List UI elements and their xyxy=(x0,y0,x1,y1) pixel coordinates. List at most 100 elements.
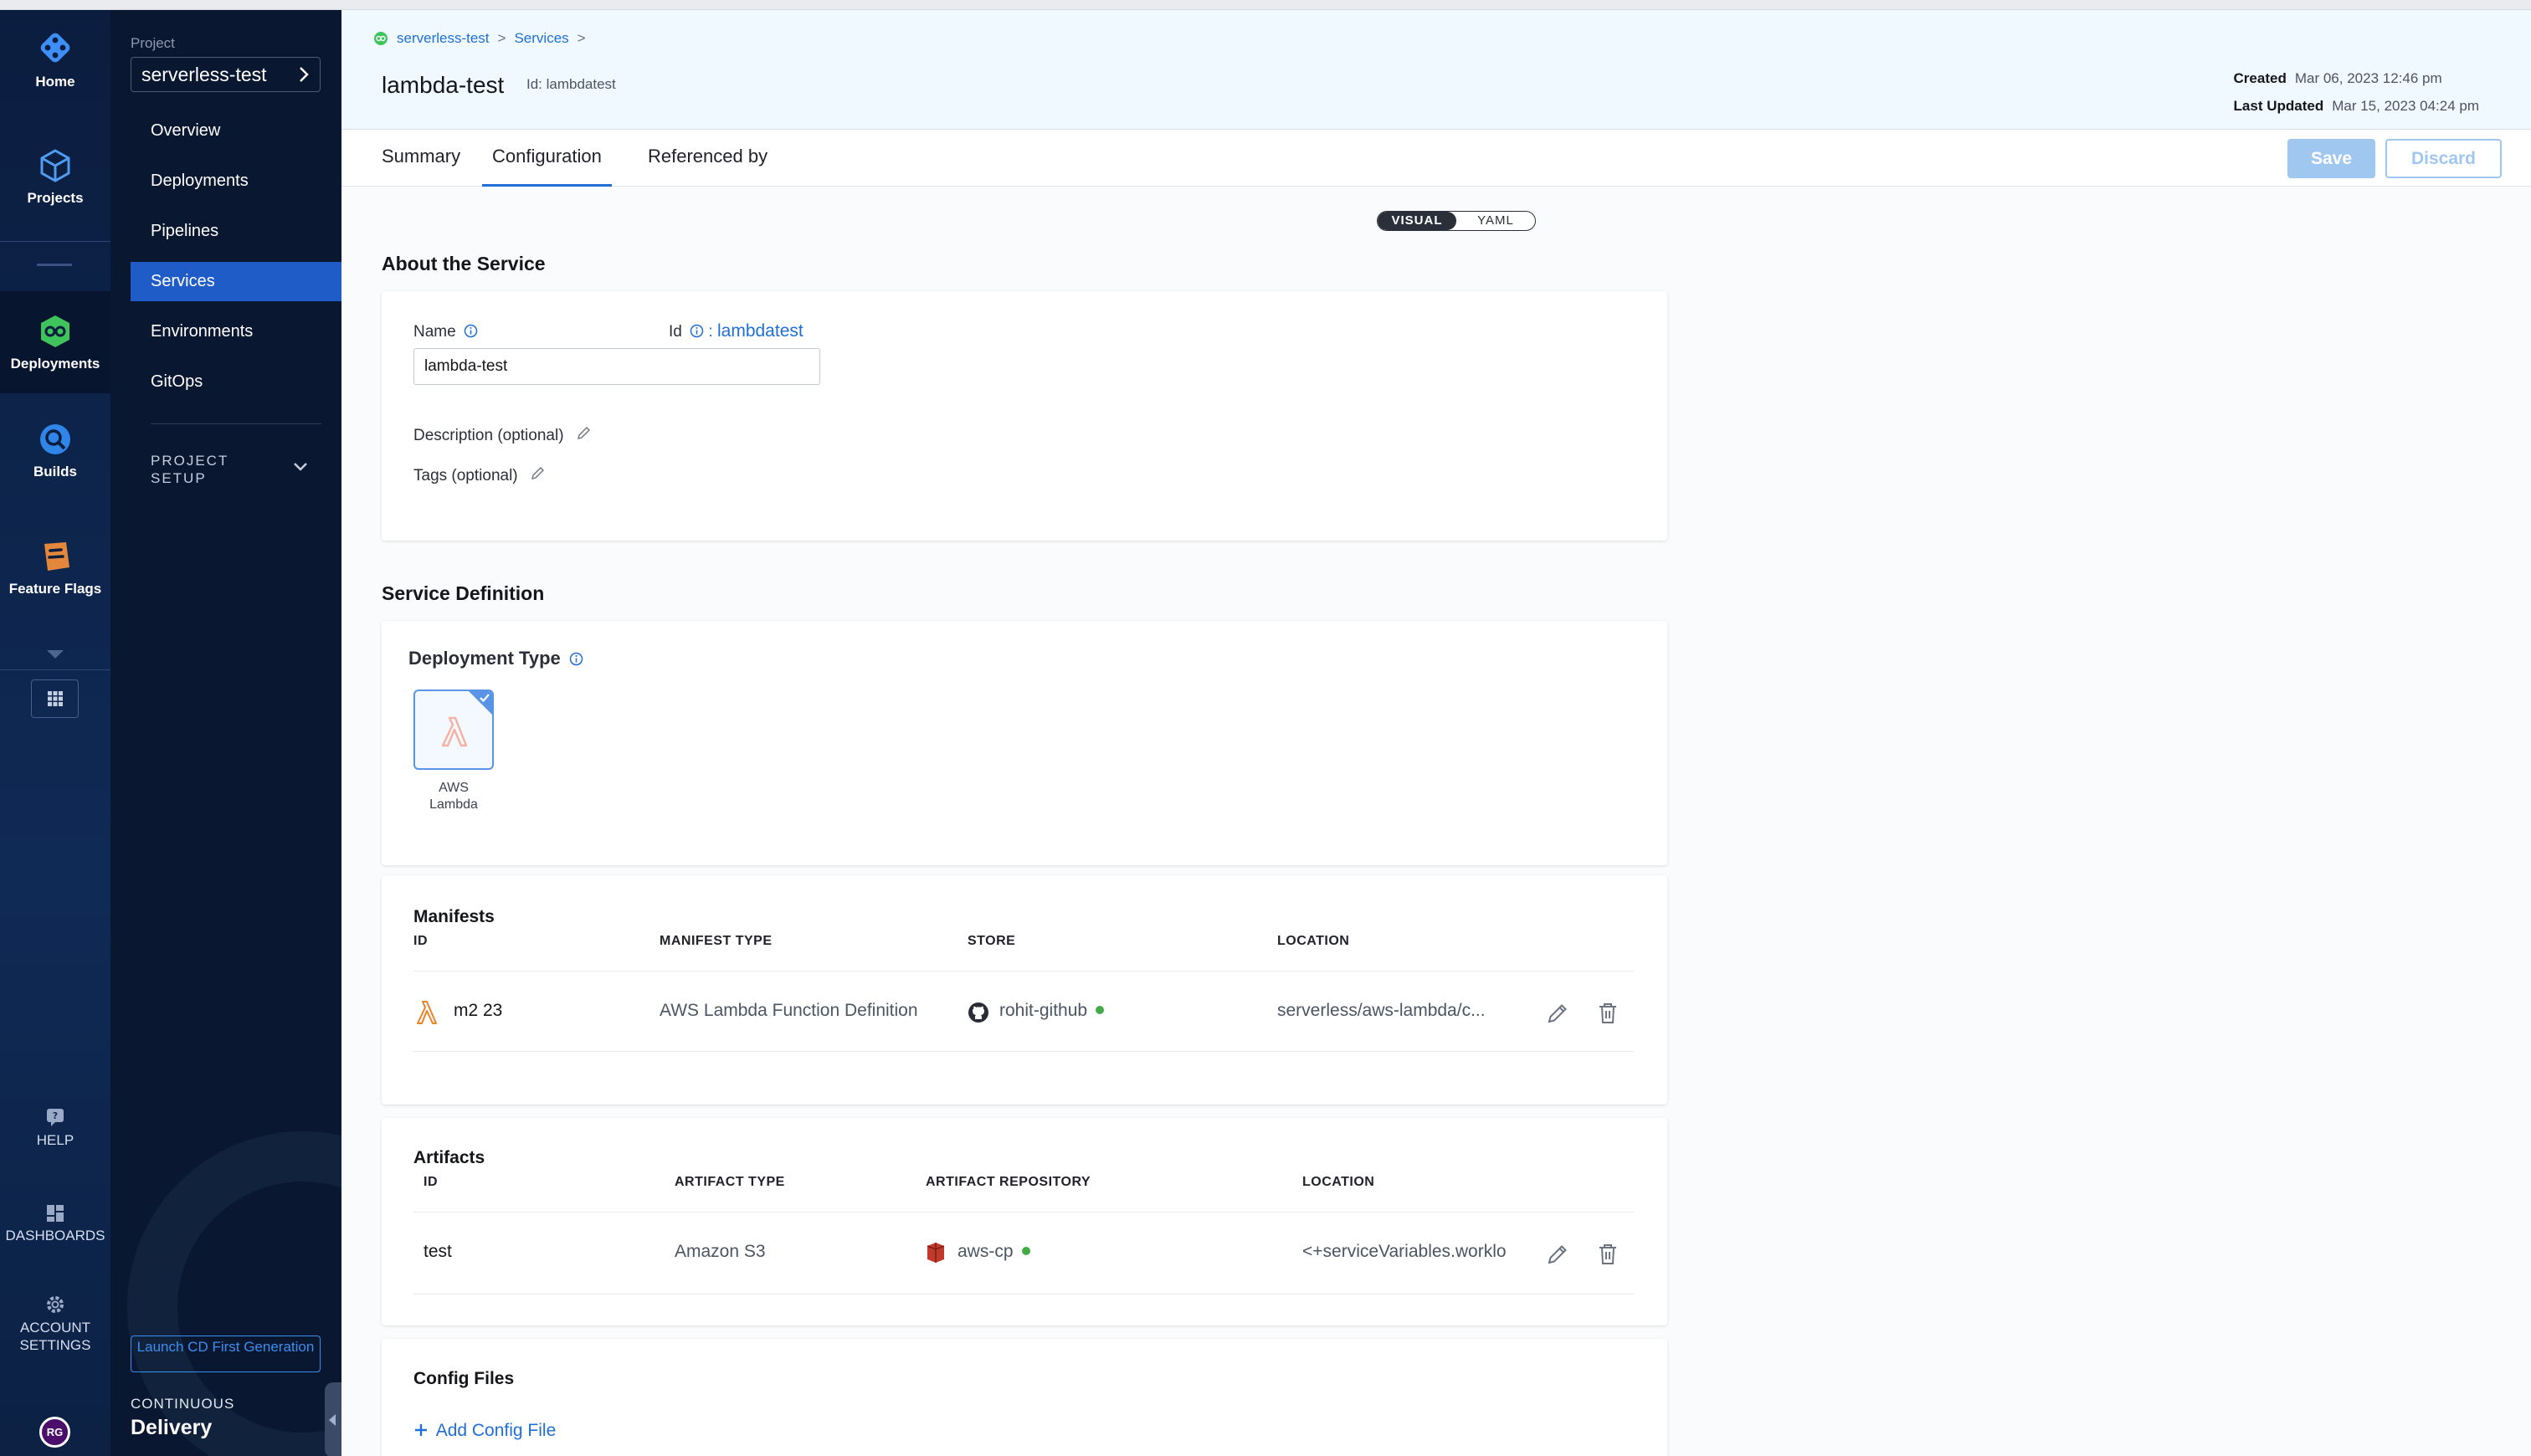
nav-help-label: HELP xyxy=(36,1132,74,1148)
help-chat-icon: ? xyxy=(47,1109,64,1126)
nav-help[interactable]: ? HELP xyxy=(0,1106,110,1149)
connected-status-dot xyxy=(1096,1006,1105,1014)
manifests-card: Manifests ID MANIFEST TYPE STORE LOCATIO… xyxy=(382,875,1667,1105)
cube-icon xyxy=(40,149,70,182)
column-header: STORE xyxy=(968,934,1016,948)
column-header: ARTIFACT TYPE xyxy=(675,1175,785,1189)
github-icon xyxy=(968,1002,988,1023)
add-config-file-button[interactable]: Add Config File xyxy=(413,1421,556,1441)
breadcrumb-services[interactable]: Services xyxy=(514,30,568,47)
trash-icon[interactable] xyxy=(1597,1243,1619,1266)
toggle-visual[interactable]: VISUAL xyxy=(1378,212,1456,230)
module-label-big: Delivery xyxy=(131,1416,213,1439)
sidebar-item-pipelines[interactable]: Pipelines xyxy=(131,212,341,251)
sidebar-item-environments[interactable]: Environments xyxy=(131,312,341,351)
save-button[interactable]: Save xyxy=(2287,139,2375,178)
tab-referenced-by[interactable]: Referenced by xyxy=(648,146,768,187)
pencil-icon xyxy=(531,467,544,479)
pencil-icon xyxy=(577,427,590,439)
toggle-yaml[interactable]: YAML xyxy=(1456,212,1535,230)
sidebar-item-services[interactable]: Services xyxy=(131,262,341,301)
column-header: MANIFEST TYPE xyxy=(660,934,773,948)
user-avatar[interactable]: RG xyxy=(39,1417,70,1448)
nav-account-label-2: SETTINGS xyxy=(19,1337,91,1353)
manifests-heading: Manifests xyxy=(413,907,495,926)
nav-projects-label: Projects xyxy=(27,190,84,206)
sidebar-item-gitops[interactable]: GitOps xyxy=(131,362,341,402)
description-toggle[interactable]: Description (optional) xyxy=(413,425,592,445)
config-files-card: Config Files Add Config File xyxy=(382,1339,1667,1456)
project-side-panel: Project serverless-test Overview Deploym… xyxy=(110,10,341,1456)
nav-account-label-1: ACCOUNT xyxy=(19,1320,91,1336)
nav-builds[interactable]: Builds xyxy=(0,422,110,480)
breadcrumb-separator: > xyxy=(497,30,506,46)
nav-deployments[interactable]: Deployments xyxy=(0,291,110,393)
lambda-icon xyxy=(441,716,468,747)
discard-button[interactable]: Discard xyxy=(2385,139,2502,178)
chevron-right-icon xyxy=(300,67,309,82)
id-colon: : xyxy=(708,323,713,341)
artifact-location: <+serviceVariables.worklo xyxy=(1302,1242,1507,1261)
launch-cd-first-gen-button[interactable]: Launch CD First Generation xyxy=(131,1336,321,1372)
dashboards-icon xyxy=(47,1205,64,1222)
column-header: LOCATION xyxy=(1302,1175,1375,1189)
nav-drag-handle xyxy=(37,264,72,266)
checkmark-icon xyxy=(480,694,490,703)
tags-toggle[interactable]: Tags (optional) xyxy=(413,465,546,485)
pencil-icon[interactable] xyxy=(1545,1001,1570,1026)
aws-lambda-caption: AWS Lambda xyxy=(413,780,494,813)
trash-icon[interactable] xyxy=(1597,1002,1619,1025)
plus-icon xyxy=(415,1424,427,1436)
info-icon[interactable] xyxy=(464,324,478,338)
builds-icon xyxy=(40,424,70,454)
svg-text:?: ? xyxy=(53,1110,58,1121)
service-definition-heading: Service Definition xyxy=(382,582,545,604)
window-top-strip xyxy=(0,0,2531,10)
project-setup-toggle[interactable]: PROJECT SETUP xyxy=(151,452,228,487)
nav-account-settings[interactable]: ACCOUNT SETTINGS xyxy=(0,1294,110,1354)
chevron-down-icon[interactable] xyxy=(45,648,65,661)
updated-label: Last Updated xyxy=(2233,98,2324,114)
config-files-heading: Config Files xyxy=(413,1369,515,1388)
all-modules-button[interactable] xyxy=(31,679,79,718)
breadcrumb-separator: > xyxy=(577,30,586,46)
pencil-icon[interactable] xyxy=(1545,1242,1570,1267)
grid-icon xyxy=(47,691,63,706)
nav-projects[interactable]: Projects xyxy=(0,148,110,207)
nav-dashboards[interactable]: DASHBOARDS xyxy=(0,1203,110,1244)
chevron-down-icon[interactable] xyxy=(293,462,308,472)
project-setup-label-2: SETUP xyxy=(151,470,207,486)
visual-yaml-toggle[interactable]: VISUAL YAML xyxy=(1377,211,1536,231)
deployment-type-card: Deployment Type AWS Lambda xyxy=(382,621,1667,865)
gear-icon xyxy=(47,1296,64,1313)
tab-summary[interactable]: Summary xyxy=(382,146,460,187)
service-name-input[interactable] xyxy=(413,348,820,385)
nav-builds-label: Builds xyxy=(33,464,77,479)
info-icon[interactable] xyxy=(690,324,704,338)
sidebar-item-overview[interactable]: Overview xyxy=(131,111,341,151)
project-color-icon xyxy=(374,32,388,45)
info-icon[interactable] xyxy=(569,652,583,666)
tab-configuration[interactable]: Configuration xyxy=(482,146,612,187)
project-selector[interactable]: serverless-test xyxy=(131,57,321,92)
lambda-icon xyxy=(417,1001,437,1024)
column-header: ID xyxy=(413,934,428,948)
manifest-id: m2 23 xyxy=(454,1001,503,1020)
aws-lambda-tile[interactable] xyxy=(413,690,494,770)
created-label: Created xyxy=(2233,70,2287,86)
nav-feature-flags[interactable]: Feature Flags xyxy=(0,539,110,597)
collapse-panel-handle[interactable] xyxy=(325,1382,341,1456)
column-header: LOCATION xyxy=(1277,934,1350,948)
created-value: Mar 06, 2023 12:46 pm xyxy=(2294,70,2442,86)
tab-bar: Summary Configuration Referenced by xyxy=(341,130,2531,187)
tile-line-1: AWS xyxy=(439,781,469,795)
aws-s3-icon xyxy=(927,1243,945,1263)
feature-flags-icon xyxy=(44,542,69,571)
project-label: Project xyxy=(131,35,175,51)
project-name: serverless-test xyxy=(141,63,267,85)
sidebar-item-deployments[interactable]: Deployments xyxy=(131,161,341,201)
deployment-type-label: Deployment Type xyxy=(408,648,583,669)
nav-home[interactable]: Home xyxy=(0,28,110,90)
row-divider xyxy=(413,971,1634,972)
breadcrumb-project[interactable]: serverless-test xyxy=(397,30,490,47)
